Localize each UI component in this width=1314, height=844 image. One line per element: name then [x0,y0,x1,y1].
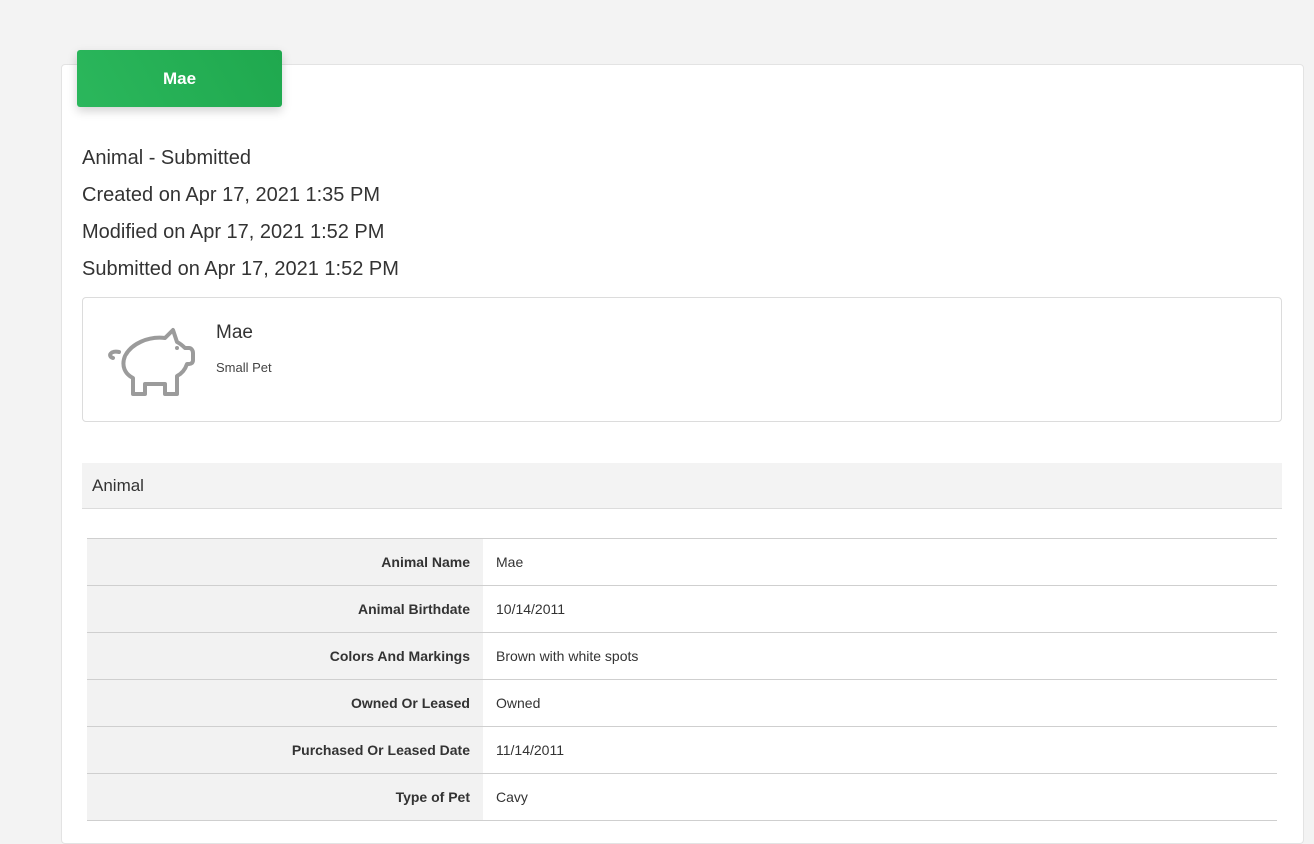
table-row: Animal Name Mae [87,538,1277,586]
table-row: Purchased Or Leased Date 11/14/2011 [87,726,1277,774]
field-label: Colors And Markings [87,632,483,680]
field-label: Purchased Or Leased Date [87,726,483,774]
field-value: 11/14/2011 [483,726,1277,774]
field-value: Owned [483,679,1277,727]
animal-name-tab-label: Mae [162,68,197,88]
field-label: Owned Or Leased [87,679,483,727]
field-value: Cavy [483,773,1277,821]
field-value: 10/14/2011 [483,585,1277,633]
animal-details-table: Animal Name Mae Animal Birthdate 10/14/2… [87,538,1277,821]
field-value: Mae [483,538,1277,586]
pig-icon [108,328,195,396]
table-row: Type of Pet Cavy [87,773,1277,821]
section-title: Animal [92,475,144,495]
field-label: Animal Name [87,538,483,586]
field-value: Brown with white spots [483,632,1277,680]
section-header-animal: Animal [82,463,1282,509]
submitted-date: Submitted on Apr 17, 2021 1:52 PM [82,258,399,280]
field-label: Type of Pet [87,773,483,821]
pet-summary-card: Mae Small Pet [82,297,1282,422]
animal-name-tab: Mae [77,50,282,107]
created-date: Created on Apr 17, 2021 1:35 PM [82,184,380,206]
table-row: Colors And Markings Brown with white spo… [87,632,1277,680]
pet-name: Mae [216,322,253,343]
table-row: Owned Or Leased Owned [87,679,1277,727]
pet-type: Small Pet [216,360,272,375]
modified-date: Modified on Apr 17, 2021 1:52 PM [82,221,385,243]
field-label: Animal Birthdate [87,585,483,633]
record-meta: Animal - Submitted Created on Apr 17, 20… [82,140,399,288]
table-row: Animal Birthdate 10/14/2011 [87,585,1277,633]
record-status: Animal - Submitted [82,147,251,169]
